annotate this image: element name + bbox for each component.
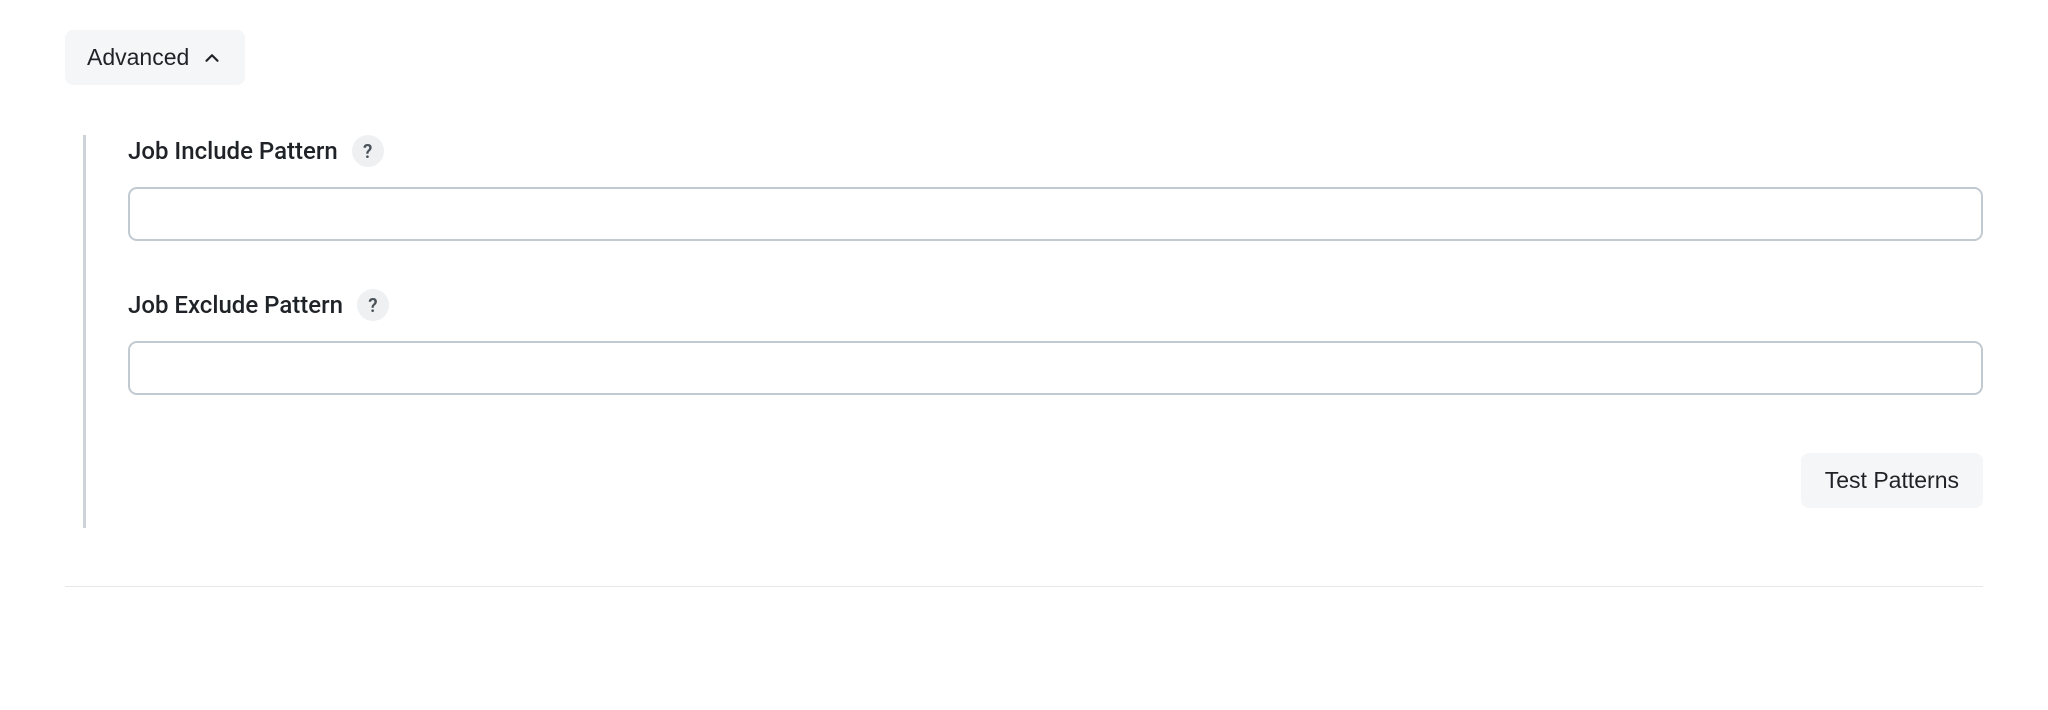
label-row: Job Include Pattern ?: [128, 135, 1983, 167]
test-patterns-button[interactable]: Test Patterns: [1801, 453, 1983, 508]
job-include-pattern-input[interactable]: [128, 187, 1983, 241]
label-row: Job Exclude Pattern ?: [128, 289, 1983, 321]
advanced-toggle-label: Advanced: [87, 44, 189, 71]
help-icon[interactable]: ?: [352, 135, 384, 167]
chevron-up-icon: [201, 47, 223, 69]
help-icon[interactable]: ?: [357, 289, 389, 321]
section-divider: [65, 586, 1983, 587]
job-include-pattern-label: Job Include Pattern: [128, 137, 338, 165]
advanced-panel: Job Include Pattern ? Job Exclude Patter…: [83, 135, 1983, 528]
advanced-toggle[interactable]: Advanced: [65, 30, 245, 85]
action-row: Test Patterns: [128, 453, 1983, 508]
job-exclude-pattern-label: Job Exclude Pattern: [128, 291, 343, 319]
job-exclude-pattern-field: Job Exclude Pattern ?: [128, 289, 1983, 395]
job-include-pattern-field: Job Include Pattern ?: [128, 135, 1983, 241]
job-exclude-pattern-input[interactable]: [128, 341, 1983, 395]
